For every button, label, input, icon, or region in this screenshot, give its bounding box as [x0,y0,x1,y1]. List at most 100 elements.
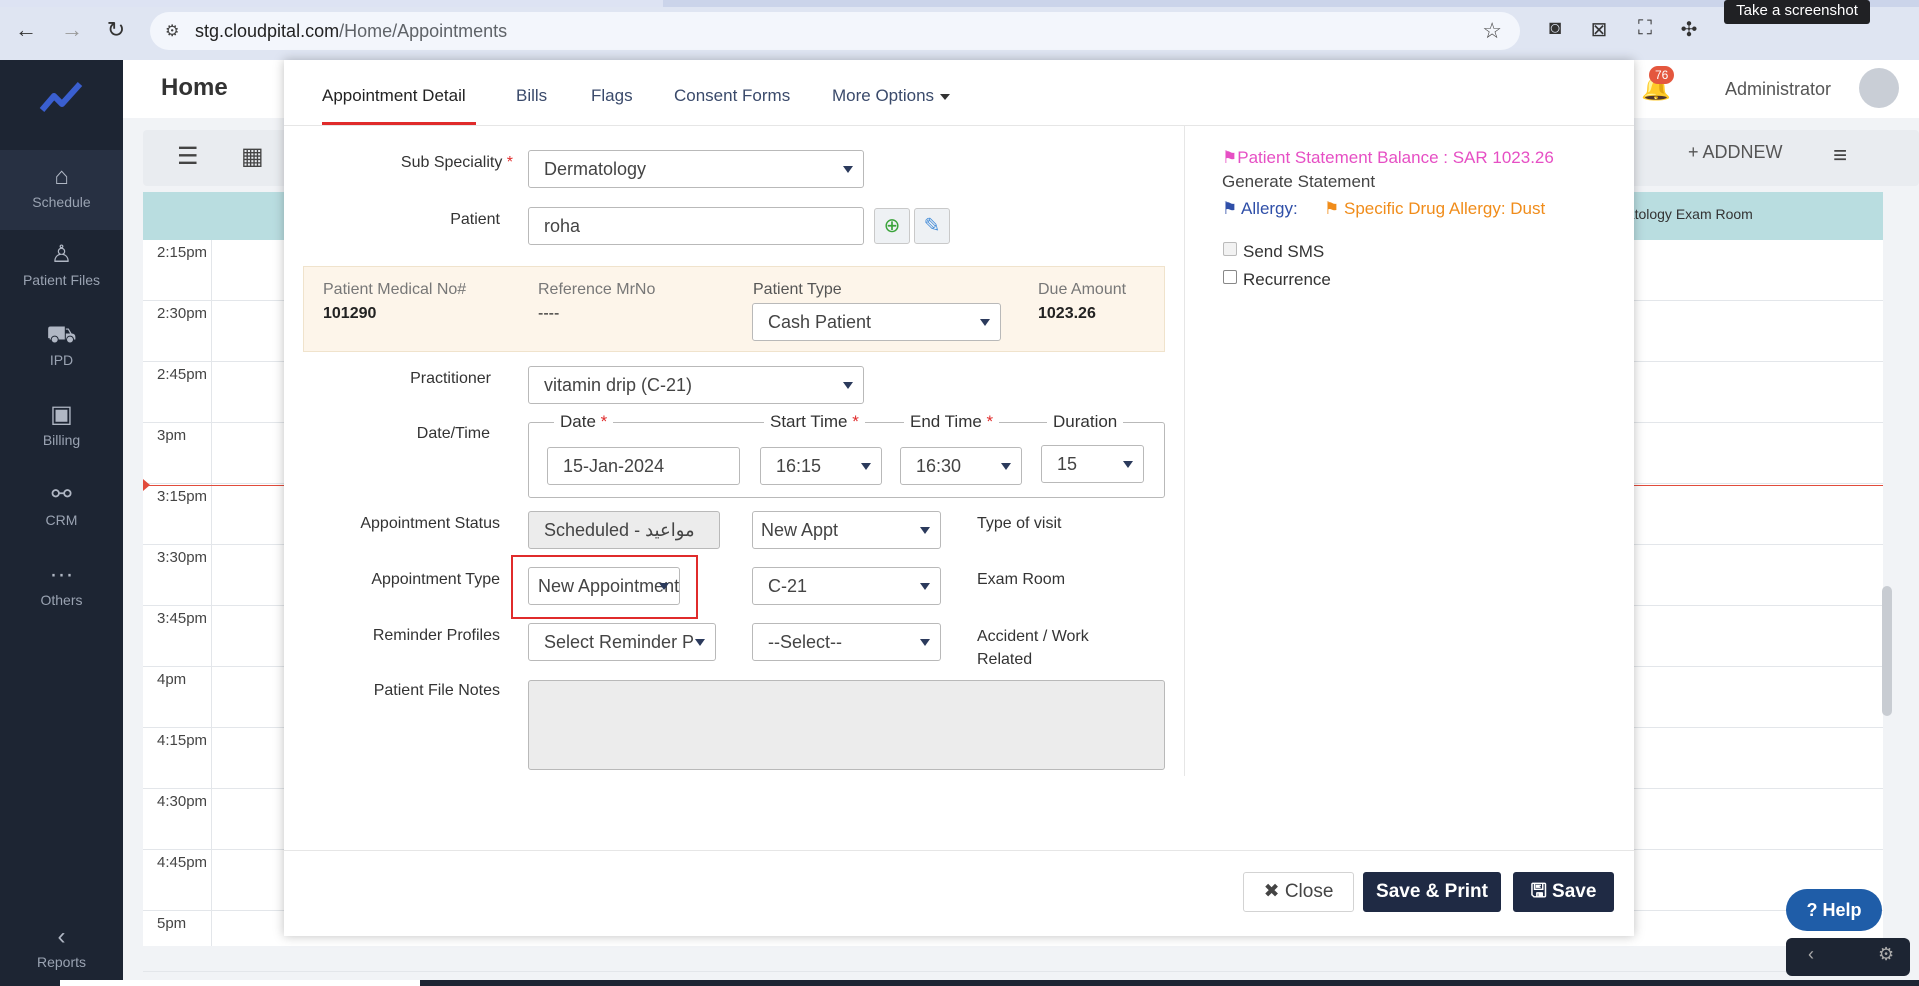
person-icon: ♙ [50,241,73,268]
time-label: 3:15pm [157,488,208,505]
sidebar: ⌂ Schedule ♙ Patient Files ⛟ IPD ▣ Billi… [0,60,123,986]
statement-balance-link[interactable]: ⚑Patient Statement Balance : SAR 1023.26 [1222,148,1554,168]
more-icon: ··· [49,561,74,588]
tab-more-options[interactable]: More Options [832,86,951,106]
user-name[interactable]: Administrator [1725,79,1831,100]
send-sms-checkbox[interactable] [1223,242,1237,256]
medical-no-value: 101290 [323,305,377,322]
puzzle-icon[interactable]: ✣ [1676,17,1702,42]
patient-file-notes-textarea[interactable] [528,680,1165,770]
flag-icon: ⚑ [1222,148,1238,167]
visit-type-select[interactable]: New Appt [752,511,941,549]
sidebar-item-billing[interactable]: ▣ Billing [0,398,123,448]
patient-type-select[interactable]: Cash Patient [752,303,1001,341]
tab-strip [0,0,1919,7]
start-time-label: Start Time * [764,412,865,432]
accident-select[interactable]: --Select-- [752,623,941,661]
bed-icon: ⛟ [46,321,77,348]
sidebar-item-label: Billing [42,432,81,448]
allergy-value: ⚑ Specific Drug Allergy: Dust [1324,199,1546,218]
recurrence-checkbox[interactable] [1223,270,1237,284]
recurrence-label: Recurrence [1243,270,1331,289]
save-icon: 🖫 [1530,881,1547,902]
sidebar-item-patient-files[interactable]: ♙ Patient Files [0,238,123,288]
appointment-modal: Appointment Detail Bills Flags Consent F… [284,60,1634,936]
sidebar-item-label: Patient Files [22,272,101,288]
menu-icon[interactable]: ≡ [1833,142,1847,170]
sidebar-item-label: Reports [36,954,87,970]
sidebar-item-label: Others [40,592,83,608]
close-icon: ✖ [1263,881,1280,902]
list-view-icon[interactable]: ☰ [177,142,199,171]
add-patient-button[interactable]: ⊕ [874,208,910,244]
exam-room-select[interactable]: C-21 [752,567,941,605]
time-label: 2:30pm [157,305,208,322]
screenshot-icon[interactable]: ⛶ [1632,17,1658,40]
practitioner-select[interactable]: vitamin drip (C-21) [528,366,864,404]
appointment-type-label: Appointment Type [371,571,500,588]
time-label: 4:15pm [157,732,208,749]
sidebar-item-schedule[interactable]: ⌂ Schedule [0,150,123,230]
scrollbar[interactable] [1882,586,1892,716]
forward-icon[interactable]: → [58,16,86,44]
tab-bills[interactable]: Bills [516,86,547,106]
sidebar-item-ipd[interactable]: ⛟ IPD [0,318,123,368]
time-label: 3pm [157,427,187,444]
allergy-label: ⚑ Allergy: [1222,199,1298,218]
patient-input[interactable]: roha [528,207,864,245]
appointment-status-label: Appointment Status [360,515,500,532]
datetime-label: Date/Time [416,425,490,442]
reference-label: Reference MrNo [538,281,656,298]
sidebar-item-crm[interactable]: ⚯ CRM [0,478,123,528]
gear-icon[interactable]: ⚙ [1878,944,1894,965]
time-label: 3:30pm [157,549,208,566]
appointment-type-select[interactable]: New Appointment [528,567,680,605]
patient-file-notes-label: Patient File Notes [373,682,500,699]
money-icon: ▣ [50,401,73,428]
send-sms-label: Send SMS [1243,242,1325,261]
practitioner-label: Practitioner [410,370,491,387]
chevron-down-icon [940,93,951,100]
reminder-profiles-label: Reminder Profiles [372,627,500,644]
calendar-view-icon[interactable]: ▦ [241,142,264,171]
chevron-left-icon: ‹ [57,923,66,950]
tab-appointment-detail[interactable]: Appointment Detail [322,86,466,106]
end-time-select[interactable]: 16:30 [900,447,1022,485]
site-settings-icon[interactable]: ⚙ [165,21,179,41]
due-amount-value: 1023.26 [1038,305,1096,322]
due-amount-label: Due Amount [1038,281,1127,298]
time-label: 5pm [157,915,187,932]
taskbar [0,980,1919,986]
back-icon[interactable]: ← [12,16,40,44]
camera-icon[interactable]: ◙ [1542,17,1568,40]
tab-flags[interactable]: Flags [591,86,633,106]
duration-select[interactable]: 15 [1041,445,1144,483]
sidebar-item-others[interactable]: ··· Others [0,558,123,608]
add-new-button[interactable]: + ADDNEW [1688,142,1783,163]
avatar[interactable] [1859,68,1899,108]
accident-work-related-label: Accident / Work Related [977,628,1089,668]
generate-statement-link[interactable]: Generate Statement [1222,172,1375,192]
reminder-profiles-select[interactable]: Select Reminder P [528,623,716,661]
sidebar-item-label: Schedule [32,194,91,210]
start-time-select[interactable]: 16:15 [760,447,882,485]
address-bar[interactable]: ⚙ stg.cloudpital.com/Home/Appointments ☆ [150,12,1520,50]
bookmark-star-icon[interactable]: ☆ [1482,18,1502,44]
patient-info-band: Patient Medical No# 101290 Reference MrN… [303,266,1165,352]
sub-speciality-select[interactable]: Dermatology [528,150,864,188]
sidebar-item-reports[interactable]: ‹ Reports [0,920,123,970]
date-input[interactable]: 15-Jan-2024 [547,447,740,485]
edit-patient-button[interactable]: ✎ [914,208,950,244]
tab-consent-forms[interactable]: Consent Forms [674,86,790,106]
close-button[interactable]: ✖ Close [1243,872,1354,912]
save-print-button[interactable]: Save & Print [1363,872,1501,912]
save-button[interactable]: 🖫 Save [1513,872,1614,912]
url-text: stg.cloudpital.com/Home/Appointments [195,21,508,41]
chevron-left-icon[interactable]: ‹ [1808,944,1814,965]
patient-type-label: Patient Type [753,281,842,298]
tooltip: Take a screenshot [1724,0,1870,24]
extension-icon[interactable]: ⊠ [1586,17,1612,42]
help-button[interactable]: ? Help [1786,889,1882,931]
reload-icon[interactable]: ↻ [102,16,130,44]
exam-room-label: Exam Room [977,571,1066,588]
